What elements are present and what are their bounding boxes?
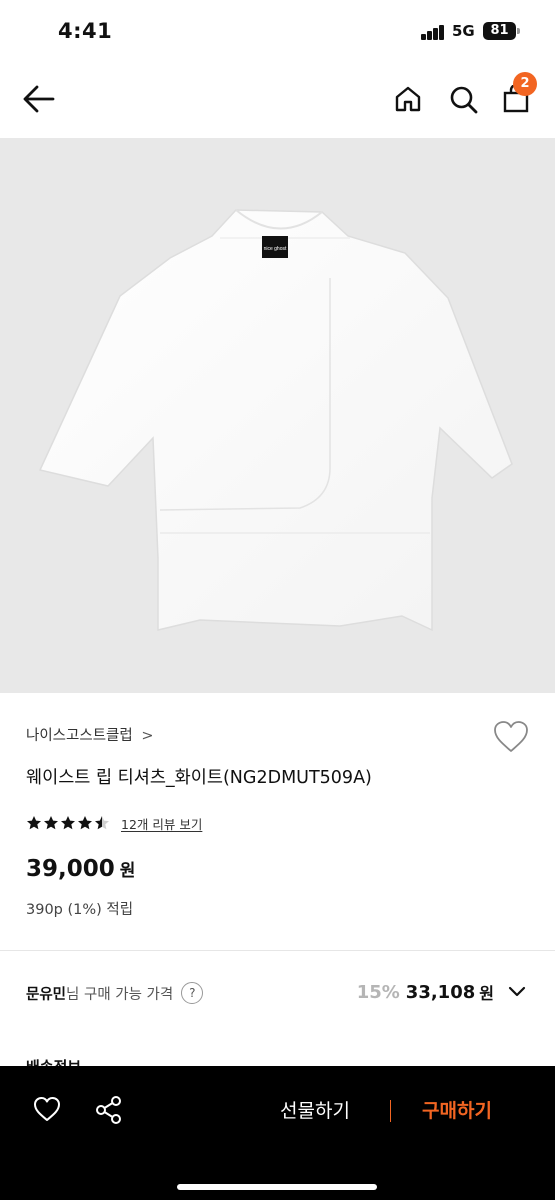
tshirt-image: nice ghost <box>38 209 513 632</box>
shirt-logo-text: nice ghost <box>264 246 287 252</box>
status-bar: 4:41 5G 81 <box>0 0 555 62</box>
status-time: 4:41 <box>58 19 113 43</box>
top-nav <box>0 62 555 138</box>
reward-points: 390p (1%) 적립 <box>26 902 134 918</box>
reviews-link[interactable]: 12개 리뷰 보기 <box>121 814 202 833</box>
divider <box>0 950 555 951</box>
product-title: 웨이스트 립 티셔츠_화이트(NG2DMUT509A) <box>26 768 372 788</box>
star-icon <box>78 816 92 830</box>
heart-icon <box>34 1097 60 1121</box>
signal-icon <box>421 24 447 40</box>
wishlist-button[interactable] <box>493 720 529 754</box>
search-icon <box>450 86 478 114</box>
brand-name: 나이스고스트클럽 <box>26 728 133 744</box>
share-icon <box>96 1096 121 1124</box>
wishlist-bar-button[interactable] <box>33 1096 61 1126</box>
brand-chevron: > <box>141 728 154 744</box>
member-price-unit: 원 <box>479 984 494 1003</box>
price: 39,000 원 <box>26 856 135 882</box>
battery-cap <box>517 28 520 34</box>
price-unit: 원 <box>119 861 136 881</box>
chevron-down-icon[interactable] <box>508 983 526 1002</box>
product-image[interactable]: nice ghost <box>0 138 555 693</box>
member-name: 문유민 <box>26 986 67 1003</box>
battery-icon: 81 <box>483 22 516 40</box>
gift-button[interactable]: 선물하기 <box>280 1096 350 1123</box>
bottom-action-bar: 선물하기 구매하기 <box>0 1066 555 1200</box>
rating-stars <box>26 815 111 831</box>
price-amount: 39,000 <box>26 856 115 882</box>
bar-separator <box>390 1100 391 1122</box>
member-price-label: 문유민 님 구매 가능 가격 ? <box>26 982 204 1004</box>
help-button[interactable]: ? <box>181 982 204 1004</box>
member-price-value: 15% 33,108 원 <box>357 980 526 1004</box>
star-icon <box>44 816 58 830</box>
member-price-amount: 33,108 <box>405 981 476 1003</box>
member-price-caption: 님 구매 가능 가격 <box>66 986 174 1003</box>
member-price-row[interactable]: 문유민 님 구매 가능 가격 ? 15% 33,108 원 <box>26 980 526 1006</box>
network-type: 5G <box>452 22 475 40</box>
buy-button[interactable]: 구매하기 <box>422 1096 492 1123</box>
arrow-left-icon <box>23 85 55 113</box>
heart-icon <box>494 721 528 752</box>
rating-row: 12개 리뷰 보기 <box>26 814 202 832</box>
star-icon <box>95 816 109 830</box>
home-icon <box>395 86 421 112</box>
home-indicator <box>177 1184 377 1190</box>
back-button[interactable] <box>22 84 56 118</box>
product-page: 4:41 5G 81 2 nice ghost 나이스고스트클럽 > 웨이스트 … <box>0 0 555 1200</box>
brand-link[interactable]: 나이스고스트클럽 > <box>26 724 154 745</box>
discount-rate: 15% <box>356 981 400 1003</box>
cart-count-badge: 2 <box>513 72 537 96</box>
home-button[interactable] <box>394 85 422 117</box>
share-button[interactable] <box>95 1095 123 1129</box>
star-icon <box>61 816 75 830</box>
search-button[interactable] <box>449 85 479 119</box>
star-icon <box>27 816 41 830</box>
